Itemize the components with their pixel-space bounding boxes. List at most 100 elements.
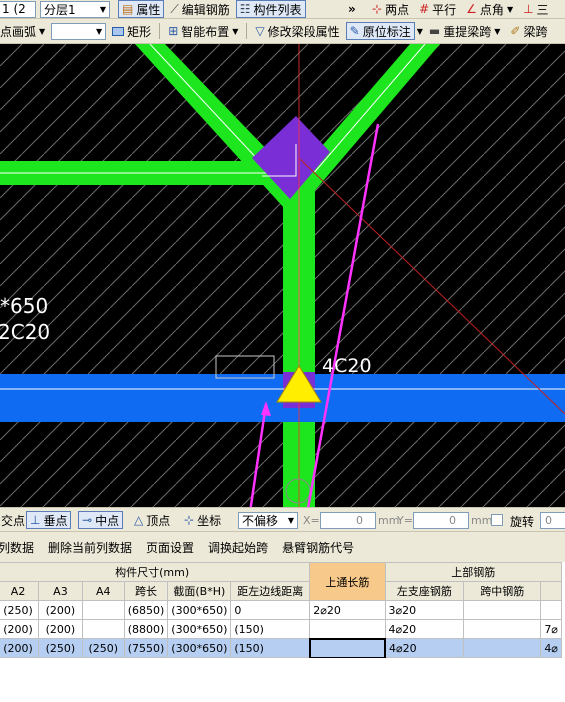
in-situ-annotation-button[interactable]: ✎ 原位标注 (345, 22, 415, 40)
toolbar-overflow-icon[interactable]: » (348, 2, 356, 16)
cell-a2[interactable]: (200) (0, 619, 40, 639)
column-header-section[interactable]: 截面(B*H) (167, 581, 232, 601)
span-table-grid: 构件尺寸(mm) 上通长筋 上部钢筋 A2 A3 A4 跨长 截面(B*H) 距… (0, 562, 563, 658)
cell-top-through-focused[interactable] (308, 637, 387, 658)
table-row-selected[interactable]: (200) (250) (250) (7550) (300*650) (150)… (0, 637, 562, 658)
column-header-offset[interactable]: 距左边线距离 (230, 581, 311, 601)
column-header-a3[interactable]: A3 (38, 581, 83, 601)
column-header-span-length[interactable]: 跨长 (123, 581, 169, 601)
coordinate-snap-button[interactable]: ⊹ 坐标 (180, 511, 225, 529)
page-setup-button[interactable]: 页面设置 (146, 539, 194, 556)
intersection-snap-button[interactable]: 交点 (0, 511, 29, 529)
cell-a2[interactable]: (200) (0, 638, 40, 658)
column-header-top-through[interactable]: 上通长筋 (309, 562, 386, 601)
component-list-button[interactable]: ☷ 构件列表 (235, 0, 306, 18)
parallel-button[interactable]: # 平行 (415, 0, 460, 18)
delete-column-button[interactable]: 删除当前列数据 (48, 539, 132, 556)
cantilever-code-button[interactable]: 悬臂钢筋代号 (282, 539, 354, 556)
arc-button[interactable]: 点画弧 ▼ (0, 22, 49, 40)
cell-extra[interactable] (540, 600, 562, 620)
cell-section[interactable]: (300*650) (167, 600, 232, 620)
separator (159, 23, 161, 39)
repick-icon: ▬ (428, 24, 441, 38)
edit-rebar-button[interactable]: ⟋ 编辑钢筋 (166, 0, 233, 18)
modify-icon: ▽ (255, 24, 265, 38)
three-icon: ⊥ (523, 2, 534, 16)
cell-a4[interactable] (81, 600, 125, 620)
cell-a3[interactable]: (200) (38, 600, 83, 620)
column-header-mid-span[interactable]: 跨中钢筋 (463, 581, 542, 601)
x-input[interactable]: 0 (320, 512, 376, 529)
cell-offset[interactable]: (150) (230, 619, 311, 639)
chevron-down-icon: ▼ (506, 4, 514, 14)
two-points-button[interactable]: ⊹ 两点 (368, 0, 413, 18)
table-row[interactable]: (200) (200) (8800) (300*650) (150) 4⌀20 … (0, 619, 562, 639)
cell-section[interactable]: (300*650) (167, 619, 232, 639)
chevron-down-icon: ▼ (39, 26, 46, 36)
copy-column-button[interactable]: 列数据 (0, 539, 34, 556)
rotate-checkbox[interactable] (491, 514, 503, 526)
vertex-snap-button[interactable]: △ 顶点 (130, 511, 174, 529)
repick-span-button[interactable]: ▬ 重提梁跨 ▼ (425, 22, 505, 40)
y-unit: mm (471, 514, 493, 527)
cell-left-support[interactable]: 3⌀20 (384, 600, 465, 620)
cell-left-support[interactable]: 4⌀20 (384, 638, 465, 658)
chevron-down-icon: ▼ (96, 26, 103, 36)
perpendicular-snap-button[interactable]: ⊥ 垂点 (26, 511, 72, 529)
cell-extra[interactable]: 4⌀ (540, 638, 562, 658)
cell-extra[interactable]: 7⌀ (540, 619, 562, 639)
cell-a4[interactable] (81, 619, 125, 639)
cell-offset[interactable]: 0 (230, 600, 311, 620)
column-header-left-support[interactable]: 左支座钢筋 (384, 581, 465, 601)
cell-a4[interactable]: (250) (81, 638, 125, 658)
column-header-extra[interactable] (540, 581, 562, 601)
cell-left-support[interactable]: 4⌀20 (384, 619, 465, 639)
rect-button[interactable]: 矩形 (108, 22, 155, 40)
cell-a2[interactable]: (250) (0, 600, 40, 620)
cell-span-length[interactable]: (6850) (123, 600, 169, 620)
blank-select[interactable]: ▼ (51, 22, 107, 40)
column-header-a4[interactable]: A4 (81, 581, 125, 601)
offset-select[interactable]: 不偏移 ▼ (238, 512, 298, 529)
two-points-icon: ⊹ (372, 2, 383, 16)
table-header-row: A2 A3 A4 跨长 截面(B*H) 距左边线距离 左支座钢筋 跨中钢筋 (0, 581, 562, 601)
cell-span-length[interactable]: (7550) (123, 638, 169, 658)
drawing-canvas[interactable]: *650 2C20 4C20 (0, 44, 565, 507)
y-input[interactable]: 0 (413, 512, 469, 529)
cell-span-length[interactable]: (8800) (123, 619, 169, 639)
column-header-a2[interactable]: A2 (0, 581, 40, 601)
rotate-label: 旋转 (510, 515, 535, 529)
three-button[interactable]: ⊥ 三 (519, 0, 552, 18)
floor-select[interactable]: 分层1 ▼ (40, 0, 110, 18)
layer-select[interactable]: 1 (2 (0, 0, 36, 18)
properties-button[interactable]: ▤ 属性 (118, 0, 165, 18)
toolbar-top: 1 (2 分层1 ▼ ▤ 属性 ⟋ 编辑钢筋 ☷ 构件列表 » ⊹ 两点 # 平行… (0, 0, 565, 19)
point-angle-button[interactable]: ∠ 点角 ▼ (462, 0, 517, 18)
swap-start-span-button[interactable]: 调换起始跨 (208, 539, 268, 556)
smart-layout-button[interactable]: ⊞ 智能布置 ▼ (164, 22, 242, 40)
midpoint-snap-button[interactable]: ⊸ 中点 (78, 511, 124, 529)
chevron-down-icon[interactable]: ▼ (417, 27, 423, 36)
cell-offset[interactable]: (150) (230, 638, 311, 658)
cell-a3[interactable]: (200) (38, 619, 83, 639)
table-row[interactable]: (250) (200) (6850) (300*650) 0 2⌀20 3⌀20 (0, 600, 562, 620)
modify-segment-button[interactable]: ▽ 修改梁段属性 (251, 22, 343, 40)
beam-span-button[interactable]: ✐ 梁跨 (506, 22, 551, 40)
midpoint-icon: ⊸ (82, 513, 93, 527)
cell-mid-span[interactable] (463, 619, 542, 639)
cell-mid-span[interactable] (463, 638, 542, 658)
cell-top-through[interactable] (309, 619, 386, 639)
rebar-icon: ⟋ (170, 1, 179, 16)
cell-top-through[interactable]: 2⌀20 (309, 600, 386, 620)
snap-toolbar: 交点 ⊥ 垂点 ⊸ 中点 △ 顶点 ⊹ 坐标 不偏移 ▼ X= 0 mm Y= 0… (0, 507, 565, 532)
cell-mid-span[interactable] (463, 600, 542, 620)
chevron-down-icon: ▼ (287, 516, 294, 525)
smart-layout-icon: ⊞ (168, 24, 179, 38)
cell-section[interactable]: (300*650) (167, 638, 232, 658)
rect-icon (112, 26, 125, 36)
x-label: X= (303, 514, 320, 527)
toolbar-draw: 点画弧 ▼ ▼ 矩形 ⊞ 智能布置 ▼ ▽ 修改梁段属性 ✎ 原位标注 ▼ ▬ … (0, 19, 565, 44)
rotate-input[interactable]: 0 (540, 512, 565, 529)
cell-a3[interactable]: (250) (38, 638, 83, 658)
parallel-icon: # (419, 2, 430, 16)
